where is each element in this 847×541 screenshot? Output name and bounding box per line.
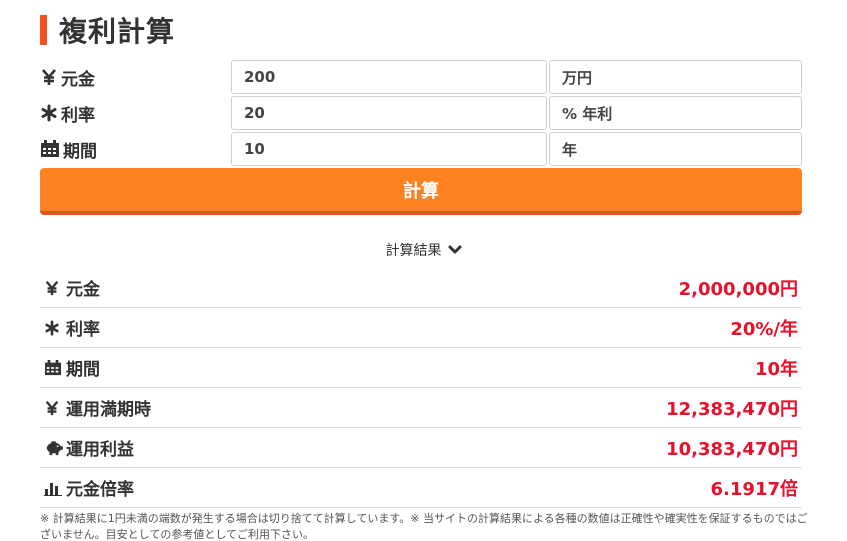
yen-icon <box>45 400 59 415</box>
page-title: 複利計算 <box>59 15 176 48</box>
calendar-icon <box>45 359 61 375</box>
result-label: 運用満期時 <box>66 400 151 420</box>
result-value: 12,383,470円 <box>666 398 798 420</box>
period-row: 期間 年 <box>40 132 802 166</box>
period-label: 期間 <box>40 132 230 166</box>
result-value: 10年 <box>754 358 798 380</box>
asterisk-icon <box>45 319 59 336</box>
result-row-maturity: 運用満期時 12,383,470円 <box>40 388 802 428</box>
yen-icon <box>45 280 59 295</box>
result-value: 6.1917倍 <box>710 478 798 500</box>
result-row-multiplier: 元金倍率 6.1917倍 <box>40 468 802 508</box>
calendar-icon <box>41 140 59 157</box>
result-label: 期間 <box>66 360 100 380</box>
rate-input[interactable] <box>231 96 547 130</box>
result-label: 元金 <box>66 280 100 300</box>
calculate-button[interactable]: 計算 <box>40 168 802 215</box>
yen-icon <box>42 69 56 85</box>
period-input[interactable] <box>231 132 547 166</box>
result-row-principal: 元金 2,000,000円 <box>40 268 802 308</box>
principal-row: 元金 万円 <box>40 60 802 94</box>
asterisk-icon <box>41 104 57 122</box>
result-row-period: 期間 10年 <box>40 348 802 388</box>
principal-input[interactable] <box>231 60 547 94</box>
principal-label: 元金 <box>40 60 230 94</box>
page-title-block: 複利計算 <box>40 12 175 48</box>
rate-label-text: 利率 <box>61 105 95 126</box>
result-label: 元金倍率 <box>66 480 134 500</box>
results-toggle[interactable]: 計算結果 <box>0 240 847 260</box>
principal-unit: 万円 <box>549 60 802 94</box>
result-row-rate: 利率 20%/年 <box>40 308 802 348</box>
result-label: 利率 <box>66 320 100 340</box>
period-label-text: 期間 <box>63 141 97 162</box>
period-unit: 年 <box>549 132 802 166</box>
result-value: 2,000,000円 <box>678 278 798 300</box>
bar-chart-icon <box>44 482 62 496</box>
rate-row: 利率 % 年利 <box>40 96 802 130</box>
rate-label: 利率 <box>40 96 230 130</box>
results-toggle-label: 計算結果 <box>385 243 442 259</box>
chevron-down-icon <box>448 245 461 254</box>
result-label: 運用利益 <box>66 440 134 460</box>
principal-label-text: 元金 <box>61 69 95 90</box>
rate-unit: % 年利 <box>549 96 802 130</box>
result-value: 20%/年 <box>730 318 798 340</box>
result-value: 10,383,470円 <box>666 438 798 460</box>
title-accent-bar <box>40 15 47 45</box>
result-row-profit: 運用利益 10,383,470円 <box>40 428 802 468</box>
piggy-bank-icon <box>46 440 63 455</box>
disclaimer-note: ※ 計算結果に1円未満の端数が発生する場合は切り捨てて計算しています。※ 当サイ… <box>40 512 808 541</box>
